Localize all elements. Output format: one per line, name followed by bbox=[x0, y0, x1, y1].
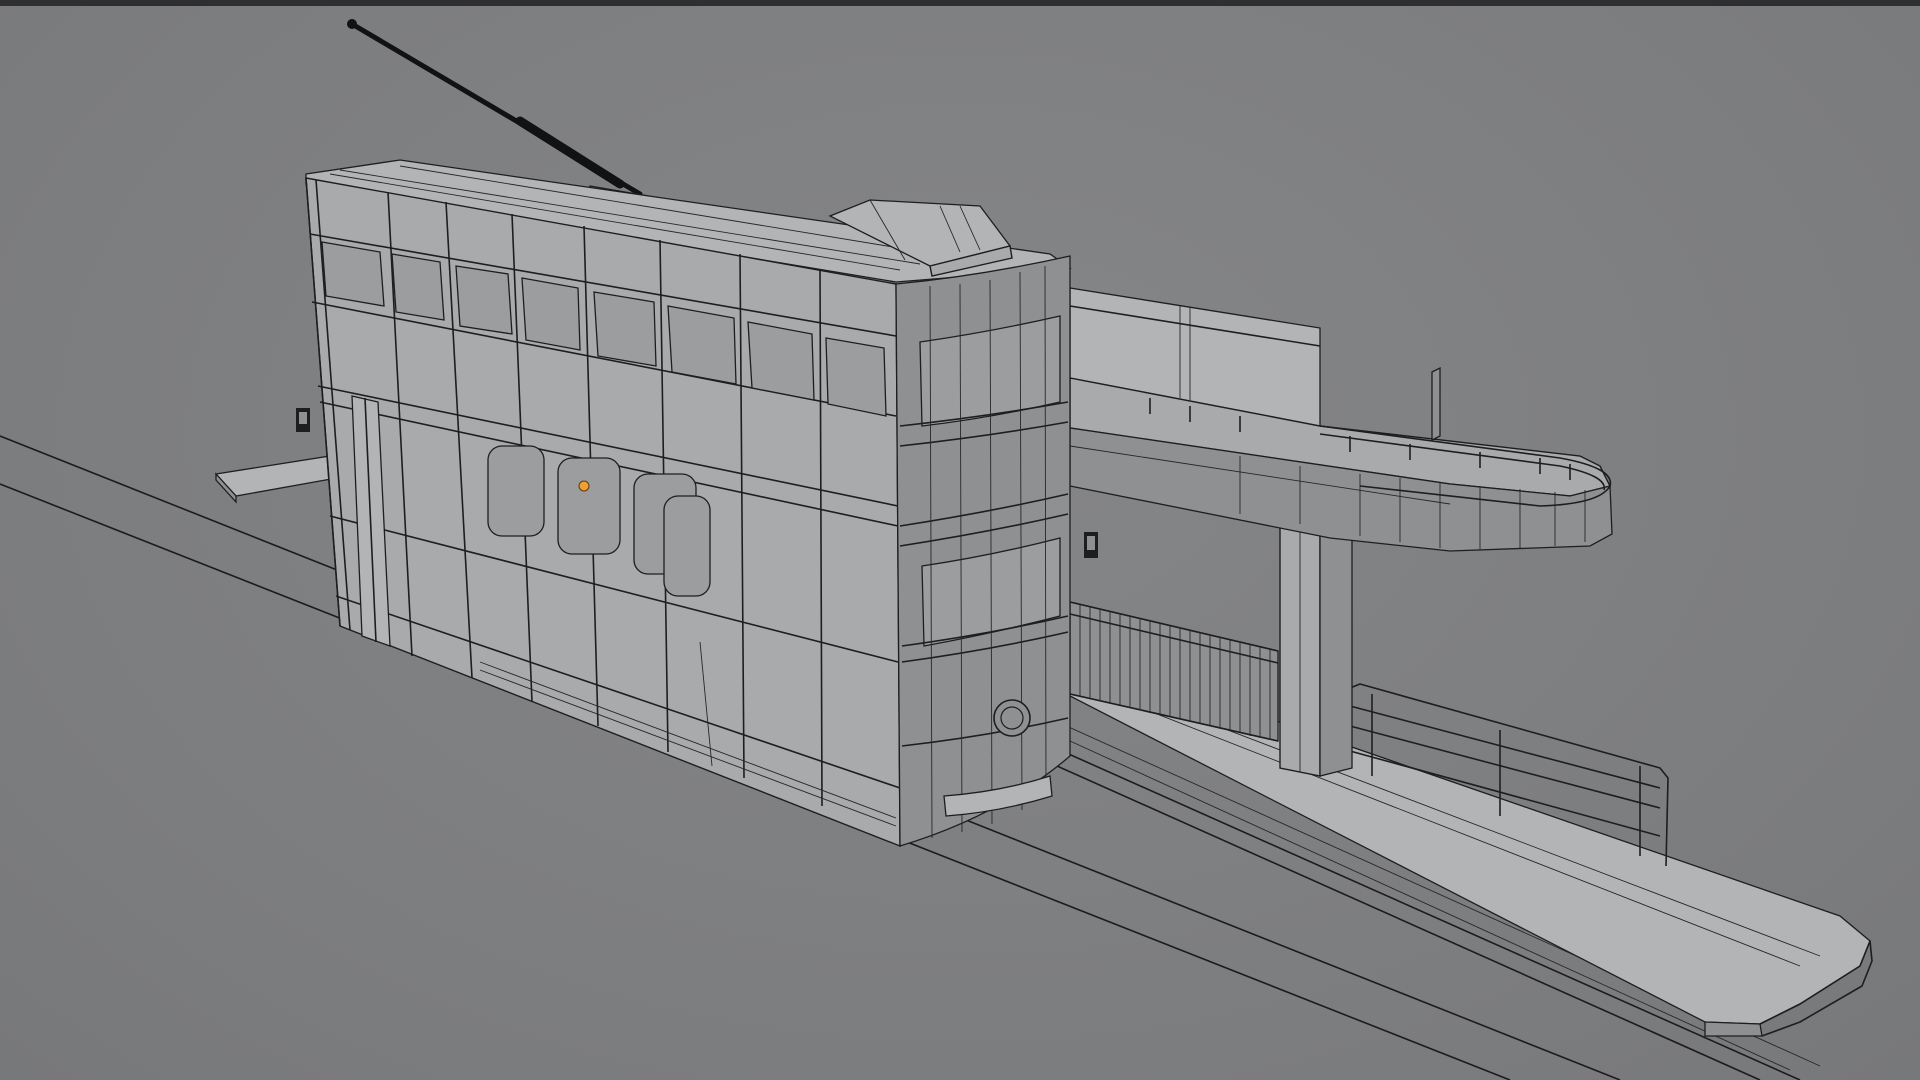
double-decker-tram[interactable] bbox=[296, 19, 1098, 848]
canopy-support-column[interactable] bbox=[1279, 525, 1353, 777]
selected-vertex-marker[interactable] bbox=[578, 480, 590, 492]
tram-front-end[interactable] bbox=[895, 255, 1071, 847]
viewport-canvas[interactable] bbox=[0, 6, 1920, 1080]
3d-viewport[interactable] bbox=[0, 6, 1920, 1080]
application-window bbox=[0, 0, 1920, 1080]
right-mirror bbox=[1084, 532, 1098, 558]
left-mirror bbox=[296, 408, 310, 432]
canopy-walkway[interactable] bbox=[1069, 287, 1613, 552]
